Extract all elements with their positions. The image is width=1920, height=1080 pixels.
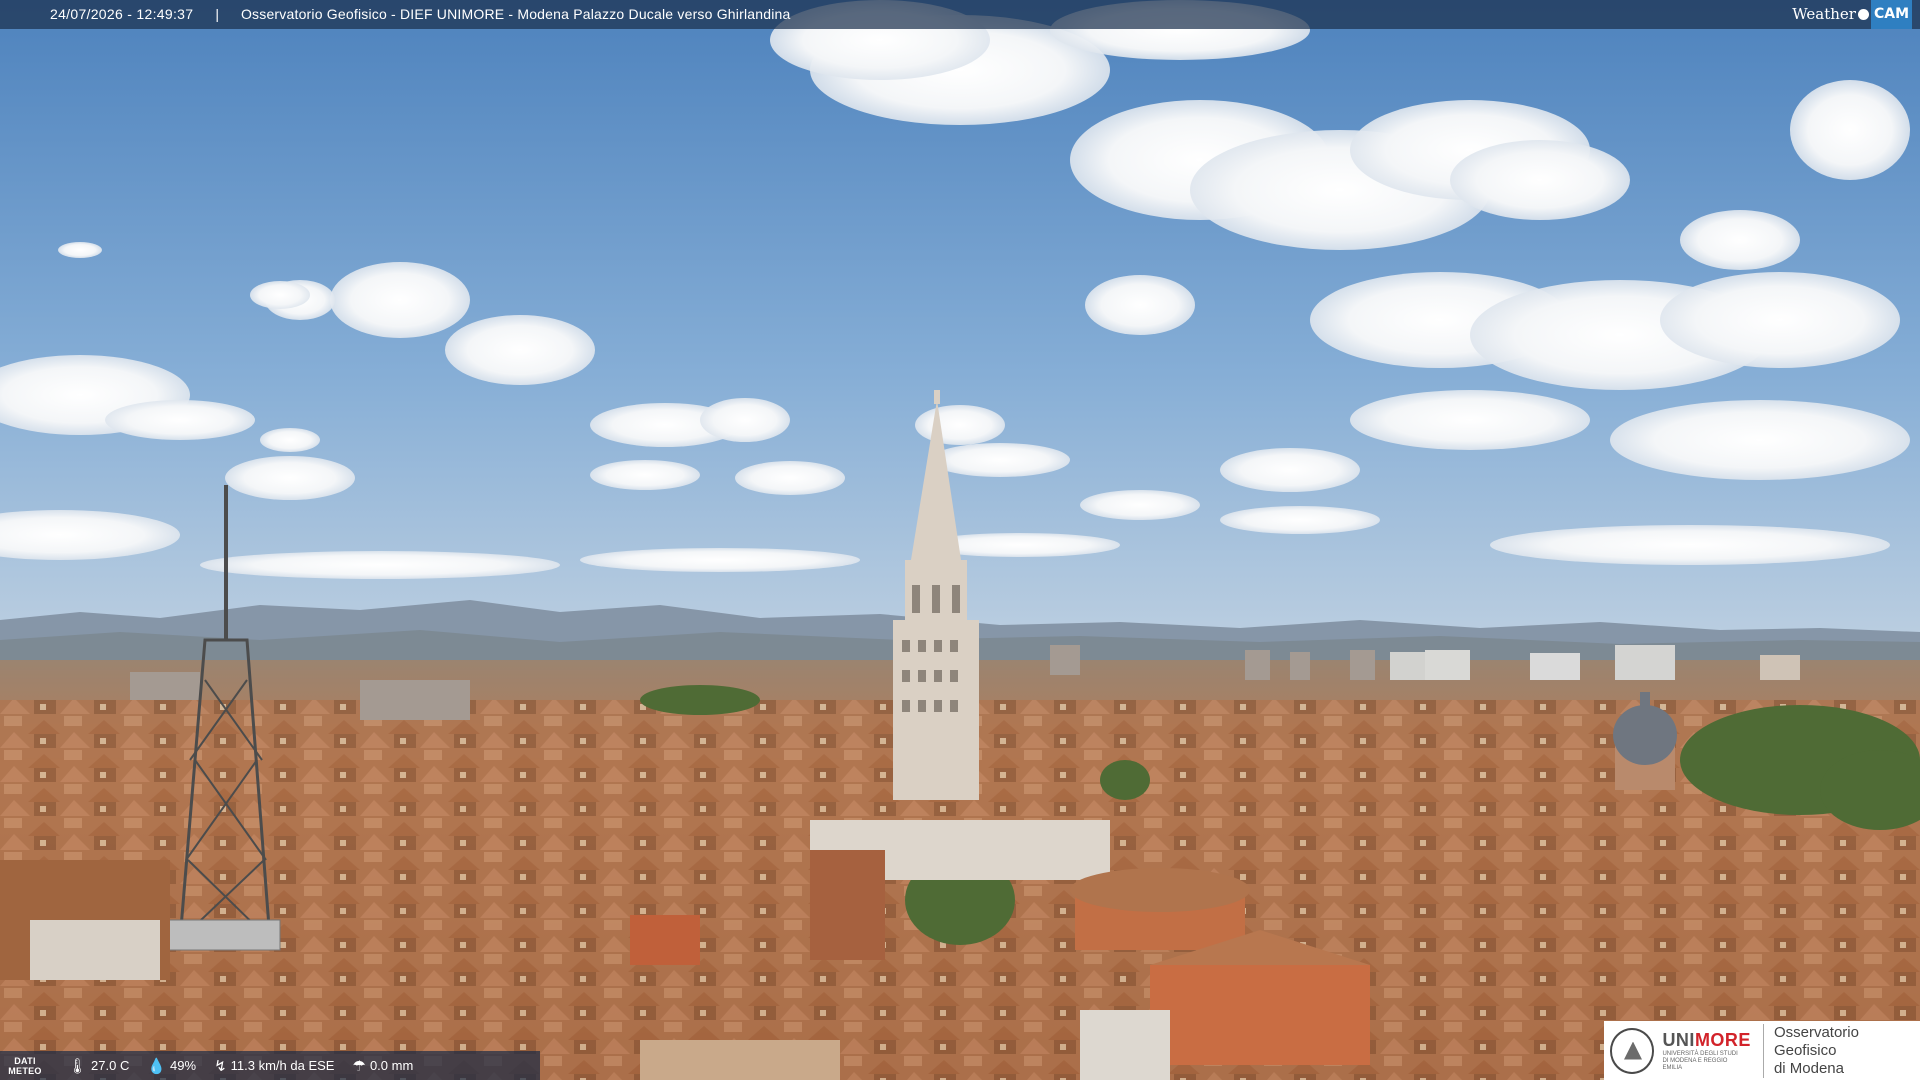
camera-title: Osservatorio Geofisico - DIEF UNIMORE - … bbox=[240, 6, 791, 22]
humidity-readout: 💧 49% bbox=[147, 1057, 196, 1075]
university-full-name: UNIVERSITÀ DEGLI STUDI DI MODENA E REGGI… bbox=[1662, 1050, 1738, 1071]
temperature-value: 27.0 C bbox=[91, 1058, 130, 1073]
unimore-prefix: UNI bbox=[1662, 1029, 1695, 1050]
brand-cam: CAM bbox=[1870, 0, 1912, 29]
unimore-logo: UNIMORE UNIVERSITÀ DEGLI STUDI DI MODENA… bbox=[1604, 1021, 1920, 1080]
timestamp: 24/07/2026 - 12:49:37 bbox=[50, 6, 194, 22]
unimore-suffix: MORE bbox=[1694, 1029, 1751, 1050]
weathercam-logo: Weather CAM bbox=[1792, 0, 1912, 29]
rain-icon: ☂ bbox=[352, 1057, 366, 1075]
temperature-readout: 🌡 27.0 C bbox=[68, 1057, 129, 1075]
rain-value: 0.0 mm bbox=[369, 1058, 414, 1073]
brand-dot-icon bbox=[1857, 9, 1869, 20]
observatory-line-1: Osservatorio Geofisico bbox=[1773, 1023, 1859, 1059]
webcam-scene bbox=[0, 0, 1920, 1080]
rain-readout: ☂ 0.0 mm bbox=[352, 1057, 413, 1075]
observatory-line-2: di Modena bbox=[1773, 1059, 1844, 1077]
wind-value: 11.3 km/h da ESE bbox=[230, 1058, 335, 1073]
unimore-wordmark: UNIMORE UNIVERSITÀ DEGLI STUDI DI MODENA… bbox=[1662, 1030, 1751, 1072]
university-seal-icon bbox=[1610, 1027, 1655, 1074]
humidity-value: 49% bbox=[170, 1058, 197, 1073]
caption-separator: | bbox=[215, 6, 219, 22]
observatory-name: Osservatorio Geofisico di Modena bbox=[1762, 1023, 1920, 1078]
unimore-name: UNIMORE bbox=[1662, 1030, 1751, 1051]
weather-data-bar: DATI METEO 🌡 27.0 C 💧 49% ↯ 11.3 km/h da… bbox=[0, 1051, 540, 1080]
wind-readout: ↯ 11.3 km/h da ESE bbox=[214, 1057, 334, 1075]
humidity-icon: 💧 bbox=[147, 1057, 167, 1075]
caption-bar: 24/07/2026 - 12:49:37 | Osservatorio Geo… bbox=[0, 0, 1920, 29]
weather-label: DATI METEO bbox=[8, 1055, 42, 1076]
brand-weather: Weather bbox=[1792, 5, 1856, 23]
wind-icon: ↯ bbox=[214, 1057, 227, 1075]
thermometer-icon: 🌡 bbox=[68, 1057, 88, 1075]
